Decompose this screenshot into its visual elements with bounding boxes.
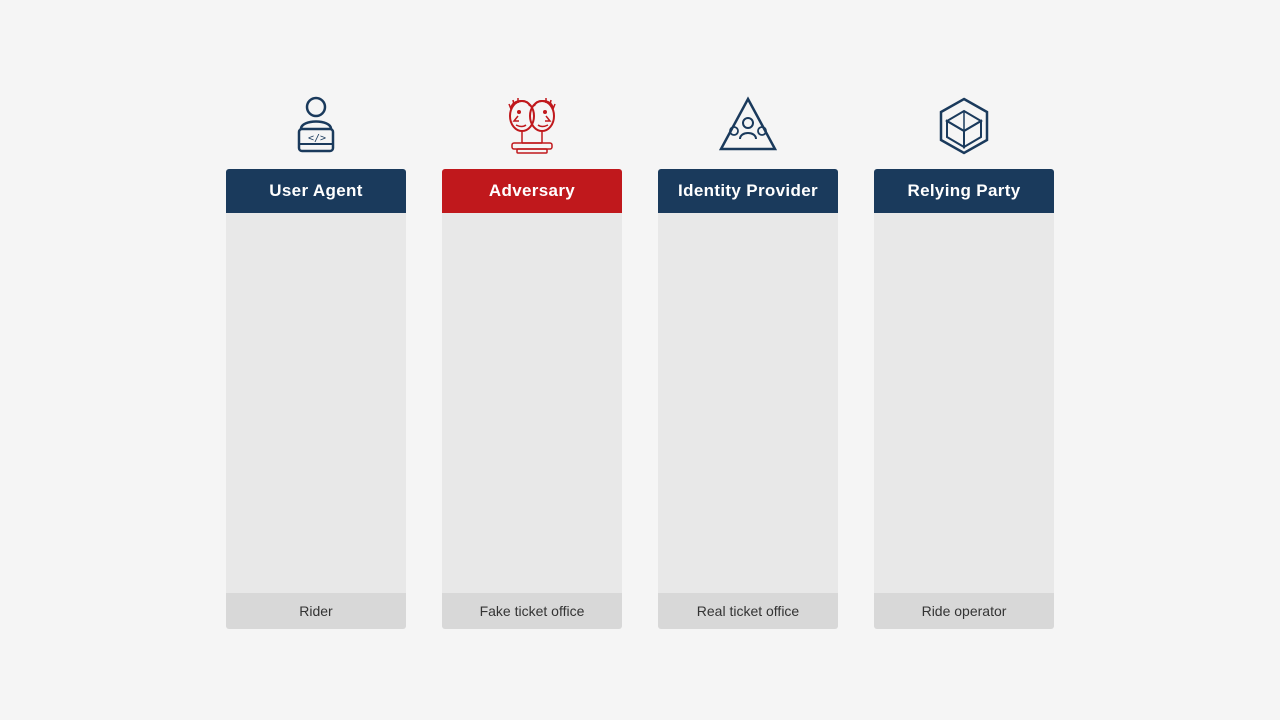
user-agent-header: User Agent [226,169,406,213]
actor-adversary: Adversary Fake ticket office [442,91,622,629]
diagram-container: </> User Agent Rider [186,71,1094,649]
adversary-icon [492,91,572,161]
actor-user-agent: </> User Agent Rider [226,91,406,629]
identity-provider-icon [708,91,788,161]
user-agent-icon: </> [276,91,356,161]
relying-party-body [874,213,1054,593]
relying-party-header: Relying Party [874,169,1054,213]
actor-relying-party: Relying Party Ride operator [874,91,1054,629]
adversary-body [442,213,622,593]
adversary-header: Adversary [442,169,622,213]
relying-party-icon [924,91,1004,161]
identity-provider-header: Identity Provider [658,169,838,213]
actor-identity-provider: Identity Provider Real ticket office [658,91,838,629]
user-agent-footer: Rider [226,593,406,629]
user-agent-body [226,213,406,593]
svg-text:</>: </> [308,133,326,144]
identity-provider-footer: Real ticket office [658,593,838,629]
identity-provider-body [658,213,838,593]
relying-party-footer: Ride operator [874,593,1054,629]
adversary-footer: Fake ticket office [442,593,622,629]
